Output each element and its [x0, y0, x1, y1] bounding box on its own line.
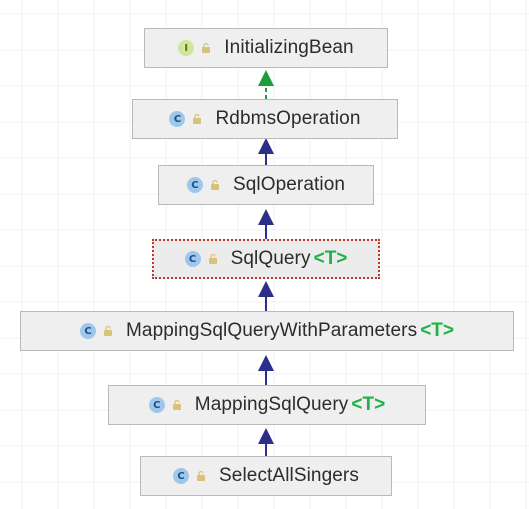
- type-parameter: <T>: [351, 394, 386, 415]
- class-node-sql-query[interactable]: C SqlQuery <T>: [152, 239, 380, 279]
- lock-icon: [197, 470, 206, 481]
- type-parameter: <T>: [420, 320, 454, 341]
- class-name: MappingSqlQueryWithParameters: [126, 320, 418, 341]
- lock-icon: [210, 179, 219, 190]
- extends-arrow: [258, 355, 274, 385]
- extends-arrow: [258, 209, 274, 239]
- class-name: SelectAllSingers: [219, 465, 359, 486]
- class-node-select-all-singers[interactable]: C SelectAllSingers: [140, 456, 392, 496]
- class-icon: C: [184, 251, 201, 267]
- extends-arrow: [258, 138, 274, 165]
- lock-icon: [202, 42, 211, 53]
- implements-arrow: [258, 70, 274, 99]
- class-icon: C: [148, 397, 165, 413]
- class-name: SqlQuery: [230, 248, 311, 269]
- class-icon: C: [169, 111, 186, 127]
- class-icon: C: [173, 468, 190, 484]
- class-icon: C: [80, 323, 96, 339]
- lock-icon: [193, 113, 202, 124]
- class-node-mapping-sql-query-with-parameters[interactable]: C MappingSqlQueryWithParameters <T>: [20, 311, 514, 351]
- class-name: SqlOperation: [232, 174, 346, 195]
- class-name: MappingSqlQuery: [194, 394, 349, 415]
- extends-arrow: [258, 428, 274, 456]
- class-node-rdbms-operation[interactable]: C RdbmsOperation: [132, 99, 398, 139]
- lock-icon: [104, 325, 112, 336]
- lock-icon: [172, 399, 181, 410]
- class-node-initializing-bean[interactable]: I InitializingBean: [144, 28, 388, 68]
- class-icon: C: [186, 177, 203, 193]
- class-name: RdbmsOperation: [215, 108, 361, 129]
- class-name: InitializingBean: [224, 37, 354, 58]
- type-parameter: <T>: [313, 248, 348, 269]
- class-node-sql-operation[interactable]: C SqlOperation: [158, 165, 374, 205]
- lock-icon: [208, 253, 217, 264]
- class-node-mapping-sql-query[interactable]: C MappingSqlQuery <T>: [108, 385, 426, 425]
- interface-icon: I: [178, 40, 195, 56]
- extends-arrow: [258, 281, 274, 311]
